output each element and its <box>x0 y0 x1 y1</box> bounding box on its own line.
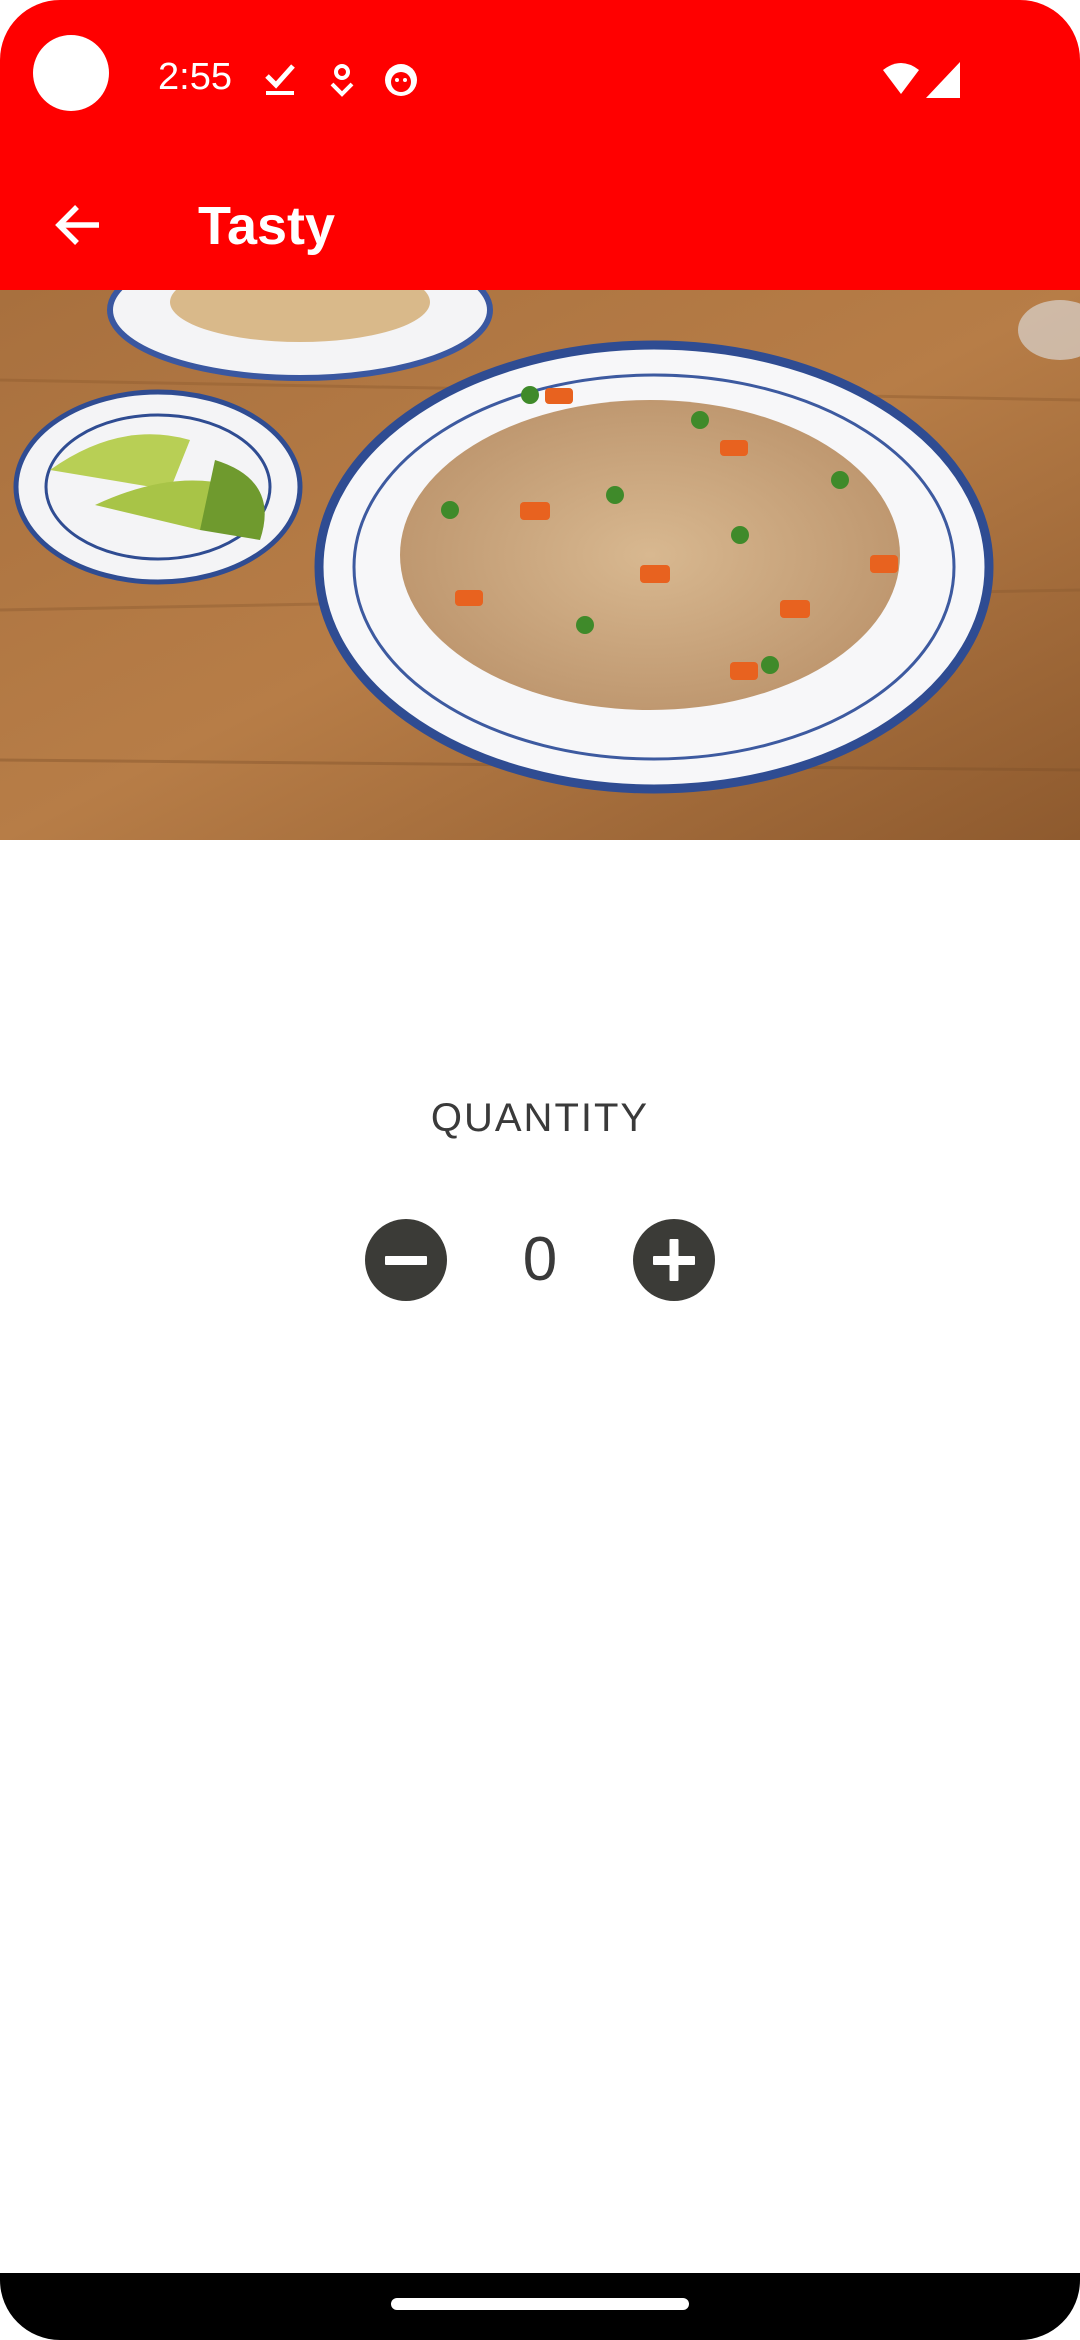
back-button[interactable] <box>32 182 122 272</box>
wifi-icon <box>881 60 921 100</box>
page-title: Tasty <box>198 196 336 256</box>
decrement-button[interactable] <box>365 1219 447 1301</box>
status-time: 2:55 <box>158 56 232 98</box>
minus-circle-icon <box>365 1219 447 1301</box>
quantity-label: QUANTITY <box>430 1096 650 1140</box>
increment-button[interactable] <box>633 1219 715 1301</box>
app-screen: 2:55 Tasty QUANTITY 0 <box>0 0 1080 2340</box>
dish-image <box>0 290 1080 840</box>
status-bar: 2:55 <box>0 0 1080 160</box>
arrow-back-icon <box>51 199 103 256</box>
check-download-icon <box>262 62 298 98</box>
top-header: 2:55 Tasty <box>0 0 1080 290</box>
plus-circle-icon <box>633 1219 715 1301</box>
app-bar: Tasty <box>0 160 1080 290</box>
home-indicator[interactable] <box>391 2298 689 2310</box>
quantity-value: 0 <box>522 1225 558 1294</box>
face-icon <box>383 62 419 98</box>
cellular-signal-icon <box>924 60 964 100</box>
location-pin-icon <box>324 62 360 98</box>
camera-cutout <box>33 35 109 111</box>
